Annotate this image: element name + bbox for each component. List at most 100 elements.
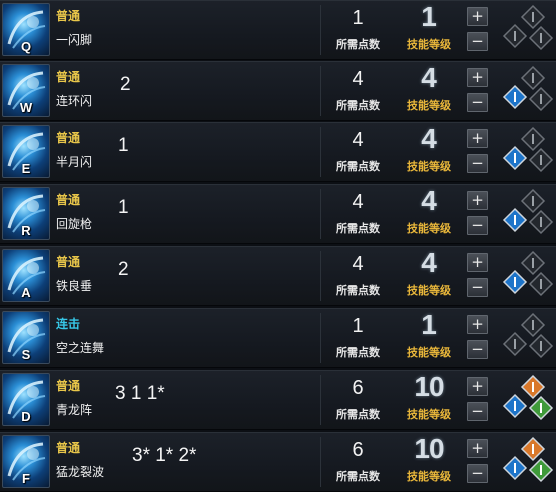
handwritten-note: 1 bbox=[118, 197, 129, 218]
skill-level-label: 技能等级 bbox=[407, 470, 451, 483]
required-points-value: 6 bbox=[352, 439, 364, 461]
rune-slot-icon[interactable] bbox=[502, 331, 528, 357]
skill-icon[interactable]: F bbox=[2, 435, 50, 488]
skill-type-label: 连击 bbox=[56, 317, 81, 331]
decrease-level-button[interactable]: − bbox=[467, 278, 488, 297]
skill-row-a: A 普通 铁良垂 2 4 所需点数 4 技能等级 + − bbox=[0, 246, 556, 306]
rune-slot-icon[interactable] bbox=[528, 457, 554, 483]
column-divider bbox=[320, 437, 321, 487]
skill-level-label: 技能等级 bbox=[407, 408, 451, 421]
increase-level-button[interactable]: + bbox=[467, 7, 488, 26]
skill-icon[interactable]: S bbox=[2, 311, 50, 364]
rune-slot-icon[interactable] bbox=[528, 147, 554, 173]
rune-slot-icon[interactable] bbox=[502, 207, 528, 233]
skill-icon[interactable]: D bbox=[2, 373, 50, 426]
rune-slot-icon[interactable] bbox=[502, 393, 528, 419]
skill-row-e: E 普通 半月闪 1 4 所需点数 4 技能等级 + − bbox=[0, 122, 556, 182]
rune-slot-icon[interactable] bbox=[520, 374, 546, 400]
required-points-value: 4 bbox=[352, 253, 364, 275]
rune-slot-icon[interactable] bbox=[520, 312, 546, 338]
hotkey-label: A bbox=[21, 285, 31, 300]
skill-type-label: 普通 bbox=[56, 9, 81, 23]
increase-level-button[interactable]: + bbox=[467, 315, 488, 334]
skill-level-label: 技能等级 bbox=[407, 346, 451, 359]
hotkey-label: F bbox=[22, 471, 30, 486]
required-points-label: 所需点数 bbox=[336, 99, 380, 112]
skill-icon[interactable]: A bbox=[2, 249, 50, 302]
increase-level-button[interactable]: + bbox=[467, 68, 488, 87]
decrease-level-button[interactable]: − bbox=[467, 402, 488, 421]
decrease-level-button[interactable]: − bbox=[467, 216, 488, 235]
column-divider bbox=[320, 313, 321, 363]
rune-slots[interactable] bbox=[495, 311, 555, 366]
skill-level-value: 4 bbox=[421, 62, 437, 93]
decrease-level-button[interactable]: − bbox=[467, 340, 488, 359]
skill-icon[interactable]: R bbox=[2, 187, 50, 240]
rune-slots[interactable] bbox=[495, 249, 555, 304]
skill-level-value: 4 bbox=[421, 247, 437, 278]
decrease-level-button[interactable]: − bbox=[467, 464, 488, 483]
rune-slots[interactable] bbox=[495, 373, 555, 428]
column-divider bbox=[320, 127, 321, 177]
rune-slot-icon[interactable] bbox=[502, 84, 528, 110]
increase-level-button[interactable]: + bbox=[467, 253, 488, 272]
increase-level-button[interactable]: + bbox=[467, 191, 488, 210]
rune-slots[interactable] bbox=[495, 3, 555, 58]
hotkey-label: S bbox=[21, 347, 31, 362]
skill-name: 空之连舞 bbox=[56, 341, 105, 355]
increase-level-button[interactable]: + bbox=[467, 377, 488, 396]
rune-slots[interactable] bbox=[495, 125, 555, 180]
rune-slot-icon[interactable] bbox=[520, 188, 546, 214]
rune-slot-icon[interactable] bbox=[520, 436, 546, 462]
rune-slot-icon[interactable] bbox=[502, 145, 528, 171]
decrease-level-button[interactable]: − bbox=[467, 154, 488, 173]
rune-slot-icon[interactable] bbox=[502, 455, 528, 481]
skill-type-label: 普通 bbox=[56, 255, 81, 269]
skill-icon[interactable]: E bbox=[2, 125, 50, 178]
rune-slots[interactable] bbox=[495, 64, 555, 119]
skill-list: Q 普通 一闪脚 1 所需点数 1 技能等级 + − W 普通 连环闪 2 4 … bbox=[0, 0, 556, 492]
handwritten-note: 3* 1* 2* bbox=[132, 445, 197, 466]
decrease-level-button[interactable]: − bbox=[467, 32, 488, 51]
hotkey-label: W bbox=[19, 100, 33, 115]
skill-row-r: R 普通 回旋枪 1 4 所需点数 4 技能等级 + − bbox=[0, 184, 556, 244]
rune-slot-icon[interactable] bbox=[528, 209, 554, 235]
skill-level-label: 技能等级 bbox=[407, 222, 451, 235]
skill-name: 半月闪 bbox=[56, 155, 93, 169]
skill-level-value: 1 bbox=[421, 1, 437, 32]
required-points-label: 所需点数 bbox=[336, 38, 380, 51]
rune-slot-icon[interactable] bbox=[528, 271, 554, 297]
rune-slot-icon[interactable] bbox=[502, 23, 528, 49]
skill-icon[interactable]: W bbox=[2, 64, 50, 117]
rune-slot-icon[interactable] bbox=[502, 269, 528, 295]
column-divider bbox=[320, 5, 321, 55]
skill-name: 回旋枪 bbox=[56, 217, 93, 231]
increase-level-button[interactable]: + bbox=[467, 439, 488, 458]
column-divider bbox=[320, 189, 321, 239]
required-points-value: 4 bbox=[352, 129, 364, 151]
rune-slot-icon[interactable] bbox=[520, 126, 546, 152]
rune-slot-icon[interactable] bbox=[520, 4, 546, 30]
skill-level-value: 4 bbox=[421, 123, 437, 154]
skill-icon[interactable]: Q bbox=[2, 3, 50, 56]
required-points-value: 4 bbox=[352, 68, 364, 90]
skill-type-label: 普通 bbox=[56, 379, 81, 393]
rune-slot-icon[interactable] bbox=[528, 25, 554, 51]
rune-slot-icon[interactable] bbox=[520, 250, 546, 276]
required-points-value: 1 bbox=[352, 315, 364, 337]
skill-type-label: 普通 bbox=[56, 441, 81, 455]
rune-slot-icon[interactable] bbox=[528, 86, 554, 112]
rune-slots[interactable] bbox=[495, 435, 555, 490]
decrease-level-button[interactable]: − bbox=[467, 93, 488, 112]
rune-slot-icon[interactable] bbox=[528, 395, 554, 421]
rune-slots[interactable] bbox=[495, 187, 555, 242]
rune-slot-icon[interactable] bbox=[528, 333, 554, 359]
skill-level-value: 1 bbox=[421, 309, 437, 340]
increase-level-button[interactable]: + bbox=[467, 129, 488, 148]
skill-level-label: 技能等级 bbox=[407, 38, 451, 51]
skill-name: 青龙阵 bbox=[56, 403, 93, 417]
skill-name: 铁良垂 bbox=[56, 279, 93, 293]
rune-slot-icon[interactable] bbox=[520, 65, 546, 91]
skill-level-value: 10 bbox=[414, 371, 444, 402]
required-points-label: 所需点数 bbox=[336, 222, 380, 235]
